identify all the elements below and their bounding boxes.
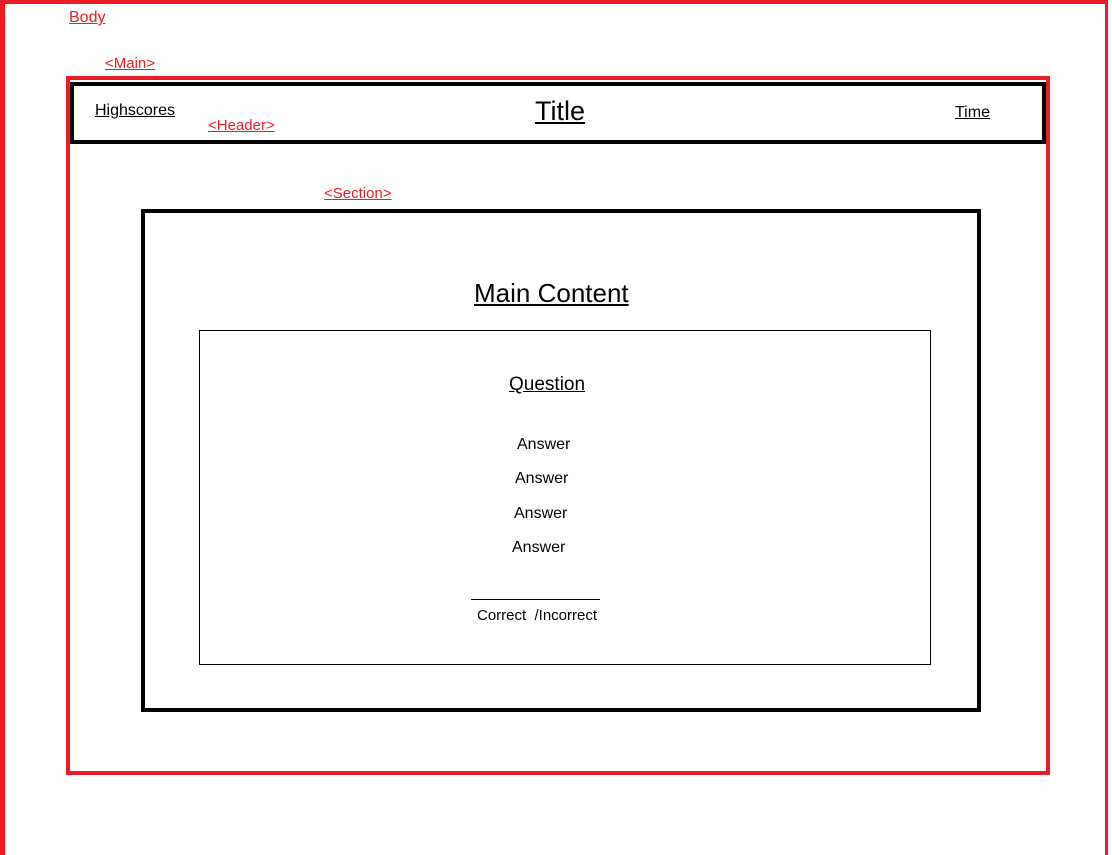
main-label: <Main> <box>105 55 156 72</box>
answer-option-2[interactable]: Answer <box>515 471 568 487</box>
main-content-heading: Main Content <box>474 278 629 308</box>
section-label: <Section> <box>324 185 392 202</box>
feedback-text: Correct /Incorrect <box>477 607 598 624</box>
header-label: <Header> <box>208 117 275 134</box>
answer-option-1[interactable]: Answer <box>517 437 570 453</box>
answer-option-3[interactable]: Answer <box>514 506 567 522</box>
wireframe-canvas: Body <Main> Highscores <Header> Title Ti… <box>0 0 1112 855</box>
body-label: Body <box>69 9 106 26</box>
question-text: Question <box>509 374 586 395</box>
timer-text: Time <box>955 104 990 121</box>
answer-option-4[interactable]: Answer <box>512 540 565 556</box>
page-title: Title <box>535 96 586 126</box>
feedback-divider <box>471 599 600 600</box>
highscores-link[interactable]: Highscores <box>95 103 175 119</box>
